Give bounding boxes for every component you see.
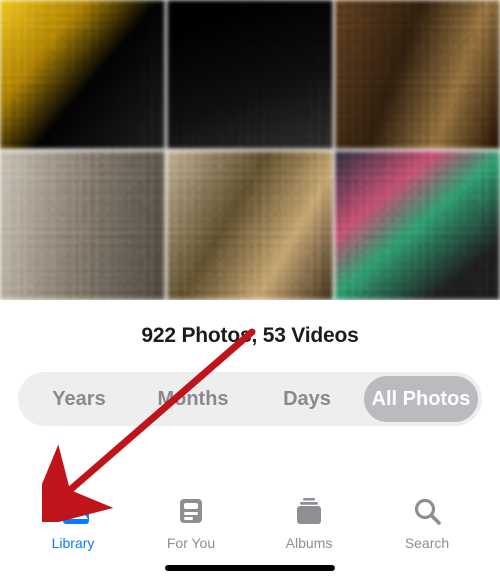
tab-label: For You <box>167 535 215 551</box>
photo-thumbnail[interactable] <box>335 151 500 300</box>
for-you-icon <box>173 496 209 531</box>
tab-library[interactable]: Library <box>28 496 118 551</box>
segment-years[interactable]: Years <box>22 376 136 422</box>
photo-thumbnail[interactable] <box>0 151 165 300</box>
library-icon <box>55 496 91 531</box>
bottom-tab-bar: Library For You Albums <box>0 486 500 557</box>
tab-label: Search <box>405 535 449 551</box>
photo-thumbnail[interactable] <box>167 0 332 149</box>
tab-label: Library <box>52 535 95 551</box>
home-indicator[interactable] <box>165 565 335 571</box>
segment-months[interactable]: Months <box>136 376 250 422</box>
photo-grid-preview[interactable] <box>0 0 500 300</box>
photo-thumbnail[interactable] <box>335 0 500 149</box>
segment-days[interactable]: Days <box>250 376 364 422</box>
tab-albums[interactable]: Albums <box>264 496 354 551</box>
tab-for-you[interactable]: For You <box>146 496 236 551</box>
photos-app-screen: 922 Photos, 53 Videos Years Months Days … <box>0 0 500 581</box>
segment-all-photos[interactable]: All Photos <box>364 376 478 422</box>
tab-label: Albums <box>286 535 333 551</box>
photo-thumbnail[interactable] <box>0 0 165 149</box>
library-stats-label: 922 Photos, 53 Videos <box>0 324 500 348</box>
search-icon <box>409 496 445 531</box>
tab-search[interactable]: Search <box>382 496 472 551</box>
photo-thumbnail[interactable] <box>167 151 332 300</box>
albums-icon <box>291 496 327 531</box>
time-range-segmented-control[interactable]: Years Months Days All Photos <box>18 372 482 426</box>
